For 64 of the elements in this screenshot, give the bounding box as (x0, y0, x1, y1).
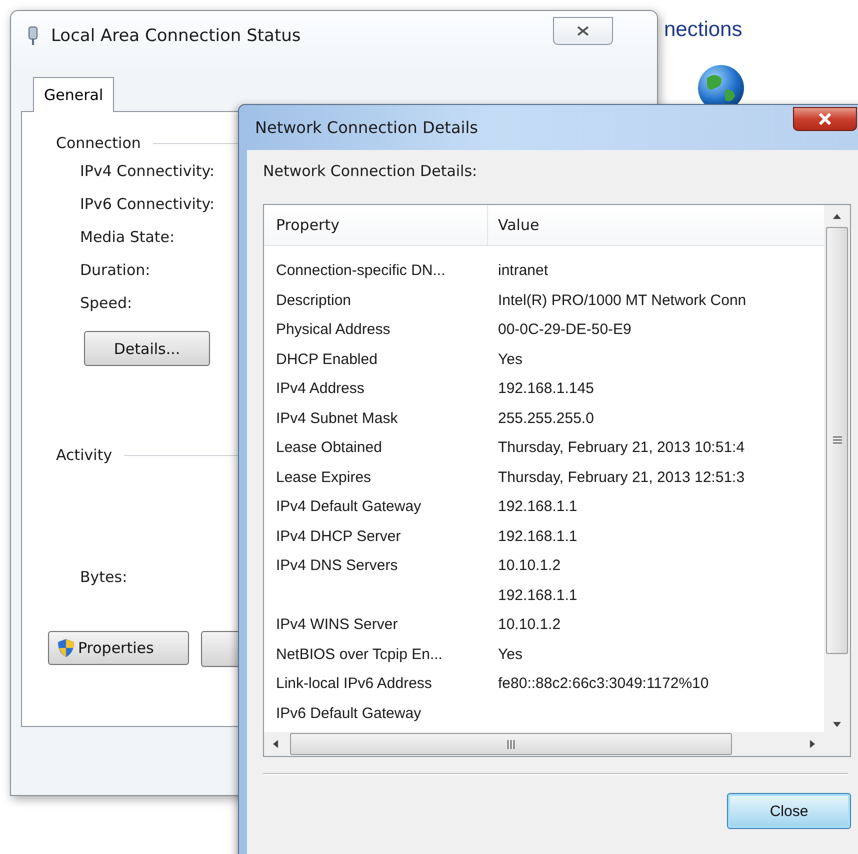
property-cell-text: IPv4 DNS Servers (275, 557, 399, 574)
tab[interactable]: General (33, 77, 114, 112)
list-caption: Network Connection Details: (263, 162, 478, 182)
horizontal-scrollbar[interactable] (264, 732, 824, 756)
down-arrow-icon (832, 720, 842, 728)
field-label: Media State: (80, 228, 175, 248)
property-cell-text: IPv4 DHCP Server (275, 528, 402, 545)
property-cell-text: Lease Obtained (275, 439, 383, 456)
right-arrow-icon (808, 739, 816, 749)
field-label: Duration: (80, 261, 150, 281)
value-cell-text: intranet (497, 262, 550, 280)
property-cell-text: NetBIOS over Tcpip En... (275, 646, 444, 663)
value-cell-text: Yes (497, 350, 524, 368)
value-cell-text: Intel(R) PRO/1000 MT Network Conn (497, 292, 748, 309)
value-cell-text: Yes (497, 646, 524, 663)
property-cell-text: IPv4 Default Gateway (275, 498, 422, 516)
column-header[interactable]: Value (488, 205, 824, 245)
bytes-label: Bytes: (80, 568, 128, 588)
property-cell-text: Link-local IPv6 Address (275, 675, 433, 692)
property-cell-text: IPv4 Address (275, 380, 366, 398)
property-cell-text: Lease Expires (275, 468, 372, 486)
property-cell-text: Description (275, 292, 352, 309)
property-cell-text: IPv4 Subnet Mask (275, 410, 399, 427)
window-title: Local Area Connection Status (51, 26, 301, 46)
close-icon (818, 112, 832, 124)
scrollbar-thumb[interactable] (826, 227, 848, 654)
value-cell-text: Thursday, February 21, 2013 12:51:3 (497, 468, 746, 486)
vertical-scrollbar[interactable] (824, 205, 850, 756)
value-cell-text: 00-0C-29-DE-50-E9 (497, 321, 632, 338)
close-button[interactable] (553, 17, 613, 45)
page-heading: nections (664, 18, 742, 42)
shield-icon (57, 638, 75, 658)
property-cell-text: IPv6 Default Gateway (275, 704, 422, 722)
column-header[interactable]: Property (264, 205, 488, 245)
field-label: Speed: (80, 294, 132, 314)
up-arrow-icon (832, 213, 842, 221)
plug-icon (27, 26, 39, 46)
properties-button[interactable]: Properties (48, 631, 189, 665)
window-title: Network Connection Details (255, 118, 478, 137)
scrollbar-thumb[interactable] (290, 733, 732, 755)
grip-icon (832, 436, 842, 445)
field-label: IPv4 Connectivity: (80, 162, 215, 182)
details-button[interactable]: Details... (84, 331, 210, 366)
value-cell-text: 192.168.1.1 (497, 498, 578, 516)
group-label: Activity (56, 446, 112, 464)
value-cell-text: 192.168.1.1 (497, 528, 578, 545)
value-cell-text: fe80::88c2:66c3:3049:1172%10 (497, 675, 710, 692)
value-cell-text: Thursday, February 21, 2013 10:51:4 (497, 439, 746, 456)
property-cell-text: DHCP Enabled (275, 350, 378, 368)
grip-icon (506, 740, 516, 748)
close-button[interactable] (793, 106, 857, 130)
value-cell-text: 10.10.1.2 (497, 557, 562, 574)
field-label: IPv6 Connectivity: (80, 195, 215, 215)
value-cell-text: 255.255.255.0 (497, 410, 595, 427)
property-cell-text: Connection-specific DN... (275, 262, 446, 280)
value-cell-text: 10.10.1.2 (497, 616, 562, 634)
property-cell-text: Physical Address (275, 321, 392, 338)
close-button[interactable]: Close (727, 793, 851, 829)
value-cell-text: 192.168.1.145 (497, 380, 595, 398)
close-icon (577, 26, 589, 36)
left-arrow-icon (272, 739, 280, 749)
property-cell-text: IPv4 WINS Server (275, 616, 399, 634)
value-cell-text: 192.168.1.1 (497, 586, 578, 604)
group-label: Connection (56, 134, 141, 152)
